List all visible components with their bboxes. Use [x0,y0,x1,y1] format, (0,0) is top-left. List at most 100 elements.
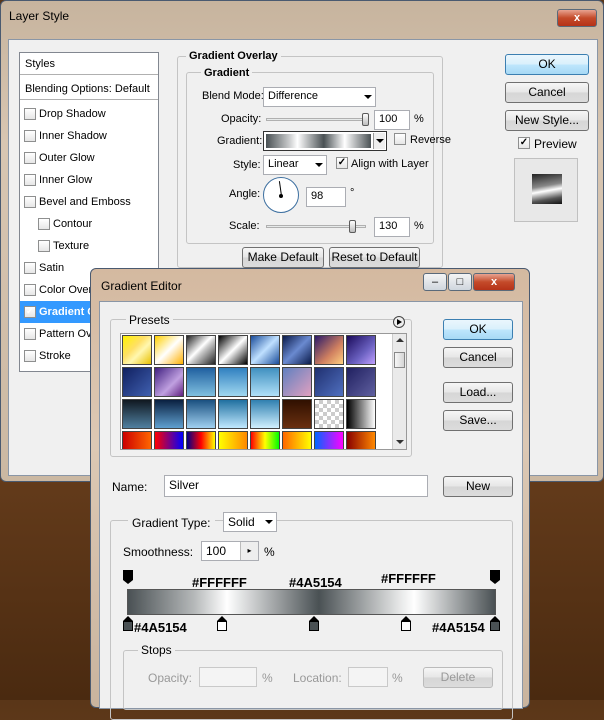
opacity-input[interactable]: 100 [374,110,410,130]
angle-input[interactable]: 98 [306,187,346,207]
color-stop[interactable] [123,616,133,631]
style-item-checkbox[interactable]: ✓ [24,306,36,318]
preset-swatch[interactable] [346,367,376,397]
stop-location-input[interactable] [348,667,388,687]
preset-swatch[interactable] [186,367,216,397]
preset-swatch[interactable] [122,431,152,449]
style-item-checkbox[interactable] [24,174,36,186]
preset-swatch[interactable] [282,431,312,449]
style-item-inner-shadow[interactable]: Inner Shadow [20,125,158,147]
load-button[interactable]: Load... [443,382,513,403]
preset-swatch[interactable] [154,399,184,429]
blending-options-item[interactable]: Blending Options: Default [20,78,158,100]
style-item-checkbox[interactable] [24,350,36,362]
style-item-checkbox[interactable] [24,284,36,296]
preset-swatch[interactable] [314,399,344,429]
preset-swatch[interactable] [186,335,216,365]
preset-swatch[interactable] [154,335,184,365]
opacity-slider[interactable] [266,118,366,121]
style-item-outer-glow[interactable]: Outer Glow [20,147,158,169]
preset-swatch[interactable] [218,335,248,365]
gradient-type-select[interactable]: Solid [223,512,277,532]
angle-dial[interactable] [263,177,299,213]
preset-swatch[interactable] [250,335,280,365]
style-item-checkbox[interactable] [24,152,36,164]
style-select[interactable]: Linear [263,155,327,175]
preset-swatch[interactable] [154,367,184,397]
new-gradient-button[interactable]: New [443,476,513,497]
style-item-checkbox[interactable] [24,328,36,340]
layer-style-close-button[interactable]: x [557,9,597,27]
opacity-stop-left[interactable] [123,570,133,584]
gradient-preview-swatch[interactable] [266,134,371,148]
style-item-drop-shadow[interactable]: Drop Shadow [20,103,158,125]
opacity-stop-right[interactable] [490,570,500,584]
save-button[interactable]: Save... [443,410,513,431]
styles-header[interactable]: Styles [20,53,158,75]
scale-slider-thumb[interactable] [349,220,356,233]
preset-swatch[interactable] [314,431,344,449]
preset-swatch[interactable] [282,335,312,365]
gradient-dropdown-button[interactable] [373,133,385,149]
gradient-bar[interactable] [127,589,496,615]
maximize-button[interactable]: □ [448,273,472,291]
style-item-checkbox[interactable] [24,108,36,120]
preset-swatch[interactable] [250,399,280,429]
style-item-checkbox[interactable] [24,262,36,274]
preset-swatch[interactable] [346,431,376,449]
style-item-checkbox[interactable] [38,240,50,252]
ge-cancel-button[interactable]: Cancel [443,347,513,368]
preset-swatch[interactable] [154,431,184,449]
preset-swatch[interactable] [314,335,344,365]
align-with-layer-checkbox[interactable]: ✓ [336,157,348,169]
scroll-down-icon[interactable] [396,440,404,444]
style-item-texture[interactable]: Texture [20,235,158,257]
opacity-slider-thumb[interactable] [362,113,369,126]
style-item-checkbox[interactable] [24,196,36,208]
style-item-checkbox[interactable] [38,218,50,230]
scrollbar-thumb[interactable] [394,352,405,368]
preset-swatch[interactable] [346,335,376,365]
preset-swatch[interactable] [218,399,248,429]
gradient-editor-close-button[interactable]: x [473,273,515,291]
style-item-checkbox[interactable] [24,130,36,142]
style-item-inner-glow[interactable]: Inner Glow [20,169,158,191]
preset-swatch[interactable] [346,399,376,429]
gradient-preview-picker[interactable] [263,131,387,151]
ok-button[interactable]: OK [505,54,589,75]
name-input[interactable]: Silver [164,475,428,497]
presets-scrollbar[interactable] [392,334,406,449]
blend-mode-select[interactable]: Difference [263,87,376,107]
preset-swatch[interactable] [250,431,280,449]
scale-input[interactable]: 130 [374,217,410,237]
style-item-bevel-and-emboss[interactable]: Bevel and Emboss [20,191,158,213]
minimize-button[interactable]: – [423,273,447,291]
preview-checkbox[interactable]: ✓ [518,137,530,149]
color-stop[interactable] [217,616,227,631]
preset-swatch[interactable] [282,367,312,397]
reset-to-default-button[interactable]: Reset to Default [329,247,420,268]
preset-swatch[interactable] [186,399,216,429]
smoothness-input[interactable]: 100 ▸ [201,541,259,561]
ge-ok-button[interactable]: OK [443,319,513,340]
preset-swatch[interactable] [122,367,152,397]
cancel-button[interactable]: Cancel [505,82,589,103]
new-style-button[interactable]: New Style... [505,110,589,131]
preset-swatch[interactable] [282,399,312,429]
stop-opacity-input[interactable] [199,667,257,687]
preset-swatch[interactable] [218,367,248,397]
preset-swatch[interactable] [314,367,344,397]
make-default-button[interactable]: Make Default [242,247,324,268]
preset-swatch[interactable] [218,431,248,449]
presets-menu-button[interactable] [393,316,405,328]
preset-swatch[interactable] [122,335,152,365]
color-stop[interactable] [309,616,319,631]
color-stop[interactable] [490,616,500,631]
scroll-up-icon[interactable] [396,338,404,342]
style-item-contour[interactable]: Contour [20,213,158,235]
preset-swatch[interactable] [122,399,152,429]
reverse-checkbox[interactable] [394,133,406,145]
color-stop[interactable] [401,616,411,631]
smoothness-stepper[interactable]: ▸ [240,542,258,560]
preset-swatch[interactable] [250,367,280,397]
